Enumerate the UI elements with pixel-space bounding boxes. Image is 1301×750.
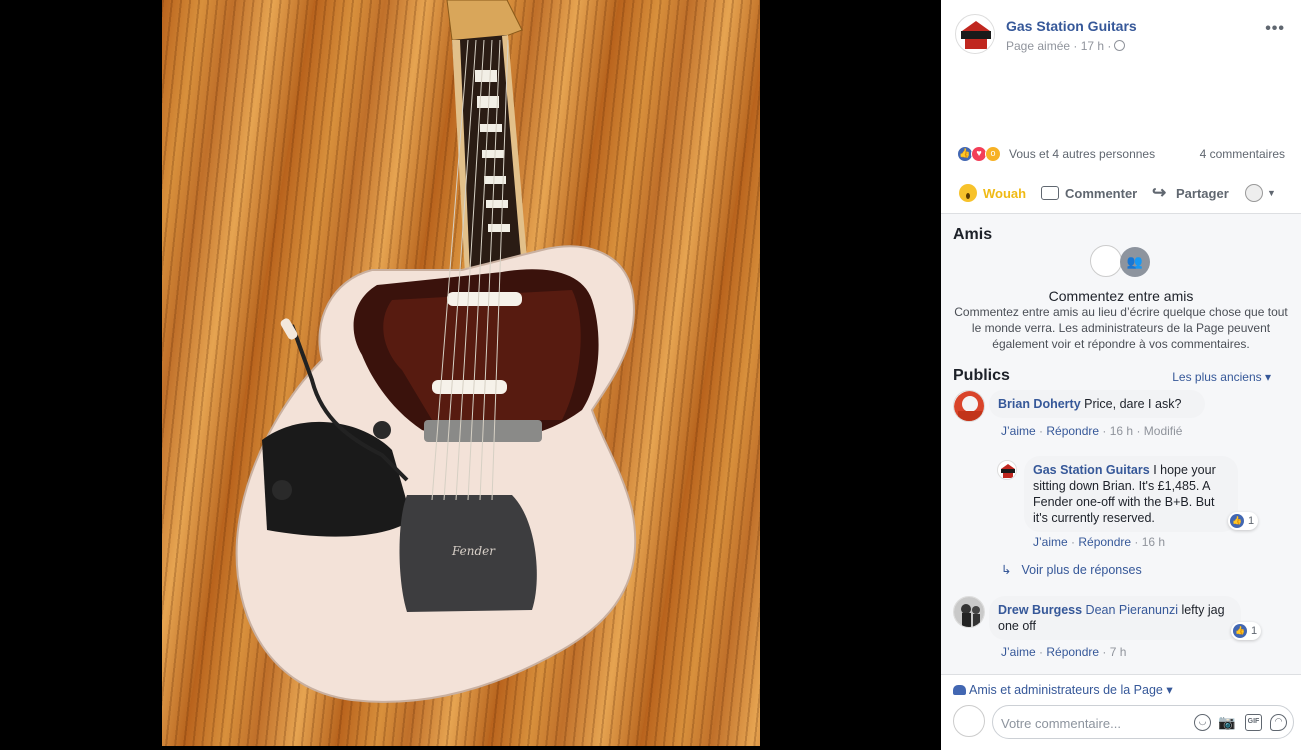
friends-avatars: 👥 — [1090, 245, 1154, 277]
reply-link[interactable]: Répondre — [1078, 535, 1131, 549]
chevron-down-icon: ▾ — [1264, 370, 1271, 384]
share-arrow-icon: ↪ — [1152, 183, 1167, 202]
photo-viewer: Fender Gas Station Guitars Page aimée · … — [0, 0, 1301, 750]
svg-text:Fender: Fender — [451, 544, 496, 558]
user-avatar-icon — [1245, 184, 1263, 202]
comment-button[interactable]: Commenter — [1041, 178, 1137, 208]
post-as-selector[interactable]: ▼ — [1245, 178, 1276, 208]
audience-label: Amis et administrateurs de la Page — [969, 683, 1163, 697]
reply-link[interactable]: Répondre — [1046, 645, 1099, 659]
comments-area: Amis 👥 Commentez entre amis Commentez en… — [941, 214, 1301, 674]
reactions-bar: 👍 ♥ o Vous et 4 autres personnes 4 comme… — [957, 144, 1285, 164]
reply-arrow-icon: ↳ — [1001, 563, 1012, 577]
gif-icon[interactable]: GIF — [1245, 714, 1262, 731]
reactions-summary[interactable]: Vous et 4 autres personnes — [1009, 147, 1155, 161]
globe-icon — [1114, 40, 1126, 51]
sticker-icon[interactable]: ◠ — [1270, 714, 1287, 731]
camera-icon[interactable]: 📷 — [1218, 714, 1235, 731]
comment-composer[interactable]: ◡ 📷 GIF ◠ — [992, 705, 1294, 739]
post-meta-text: Page aimée · 17 h · — [1006, 39, 1112, 53]
see-more-replies-link[interactable]: ↳ Voir plus de réponses — [1001, 562, 1142, 577]
comment-meta: J’aime · Répondre · 7 h — [1001, 645, 1127, 659]
emoji-icon[interactable]: ◡ — [1194, 714, 1211, 731]
post-meta: Page aimée · 17 h · — [1006, 39, 1126, 53]
page-avatar[interactable] — [955, 14, 995, 54]
mentioned-user-link[interactable]: Dean Pieranunzi — [1086, 603, 1178, 617]
sort-label: Les plus anciens — [1172, 370, 1262, 384]
comment-bubble: Brian Doherty Price, dare I ask? — [989, 390, 1205, 418]
audience-selector[interactable]: Amis et administrateurs de la Page ▾ — [953, 682, 1173, 697]
comment-meta: J’aime · Répondre · 16 h · Modifié — [1001, 424, 1183, 438]
comment-bubble: Drew Burgess Dean Pieranunzi lefty jag o… — [989, 596, 1241, 640]
wow-button[interactable]: Wouah — [959, 178, 1026, 208]
commenter-avatar[interactable] — [953, 390, 985, 422]
public-section-title: Publics — [953, 367, 1010, 384]
friends-section-title: Amis — [953, 226, 993, 243]
like-link[interactable]: J’aime — [1001, 424, 1036, 438]
comment-time[interactable]: 7 h — [1110, 645, 1127, 659]
like-icon: 👍 — [1230, 514, 1244, 528]
share-label: Partager — [1176, 185, 1229, 201]
reply-link[interactable]: Répondre — [1046, 424, 1099, 438]
current-user-avatar — [953, 705, 985, 737]
reply-author-link[interactable]: Gas Station Guitars — [1033, 463, 1150, 477]
reaction-icons[interactable]: 👍 ♥ o — [957, 146, 1007, 162]
share-button[interactable]: ↪ Partager — [1152, 178, 1229, 208]
page-name-link[interactable]: Gas Station Guitars — [1006, 18, 1137, 34]
page-reply-avatar[interactable] — [997, 460, 1017, 480]
like-link[interactable]: J’aime — [1033, 535, 1068, 549]
see-more-label: Voir plus de réponses — [1021, 563, 1142, 577]
more-options-icon[interactable]: ••• — [1265, 20, 1285, 38]
wow-label: Wouah — [983, 185, 1027, 201]
wow-face-icon — [959, 184, 977, 202]
friends-heading: Commentez entre amis — [1048, 288, 1194, 304]
reply-time[interactable]: 16 h — [1142, 535, 1165, 549]
comment-time[interactable]: 16 h — [1110, 424, 1133, 438]
edited-label: Modifié — [1143, 424, 1183, 438]
friends-icon — [953, 685, 966, 695]
chevron-down-icon: ▾ — [1166, 683, 1173, 697]
comment-label: Commenter — [1065, 185, 1138, 201]
like-icon: 👍 — [1233, 624, 1247, 638]
reply-like-number: 1 — [1248, 515, 1255, 527]
guitar-photo[interactable]: Fender — [162, 0, 760, 746]
sort-dropdown[interactable]: Les plus anciens ▾ — [1172, 370, 1271, 384]
wow-reaction-icon: o — [985, 146, 1001, 162]
comment-bubble-icon — [1041, 186, 1059, 200]
like-link[interactable]: J’aime — [1001, 645, 1036, 659]
reply-meta: J’aime · Répondre · 16 h — [1033, 535, 1166, 549]
friends-group-icon: 👥 — [1120, 247, 1150, 277]
chevron-down-icon: ▼ — [1267, 188, 1276, 198]
post-header: Gas Station Guitars Page aimée · 17 h · … — [955, 14, 1285, 58]
comment-like-count[interactable]: 👍 1 — [1231, 622, 1262, 640]
photo-stage[interactable]: Fender — [0, 0, 941, 750]
comment-like-number: 1 — [1251, 625, 1258, 637]
comment-text: Price, dare I ask? — [1084, 397, 1182, 411]
user-avatar — [1090, 245, 1122, 277]
reply-like-count[interactable]: 👍 1 — [1228, 512, 1259, 530]
comments-count[interactable]: 4 commentaires — [1200, 147, 1285, 161]
guitar-illustration: Fender — [235, 0, 637, 703]
post-actions: Wouah Commenter ↪ Partager ▼ — [955, 178, 1285, 208]
commenter-avatar[interactable] — [953, 596, 985, 628]
comment-composer-area: Amis et administrateurs de la Page ▾ ◡ 📷… — [941, 674, 1301, 750]
friends-description: Commentez entre amis au lieu d’écrire qu… — [954, 305, 1288, 351]
comment-author-link[interactable]: Brian Doherty — [998, 397, 1081, 411]
post-side-panel: Gas Station Guitars Page aimée · 17 h · … — [941, 0, 1301, 750]
comment-input[interactable] — [1001, 714, 1186, 732]
comment-author-link[interactable]: Drew Burgess — [998, 603, 1082, 617]
reply-bubble: Gas Station Guitars I hope your sitting … — [1024, 456, 1238, 532]
